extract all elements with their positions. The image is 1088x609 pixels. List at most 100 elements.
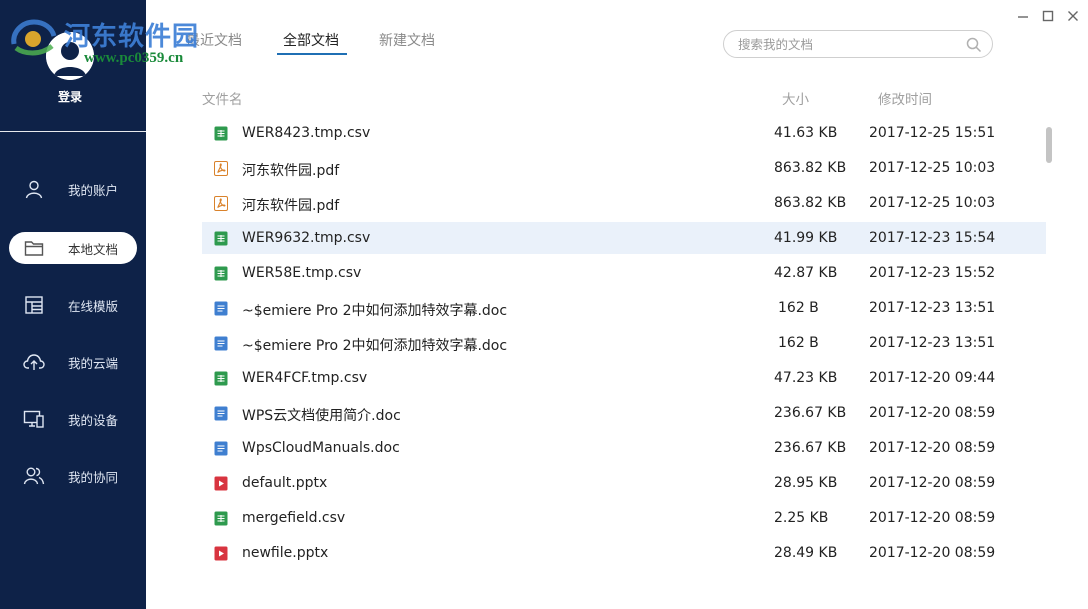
file-modified-time: 2017-12-23 13:51: [869, 335, 996, 351]
sidebar-item-label: 我的云端: [68, 355, 119, 371]
file-name: WPS云文档使用简介.doc: [242, 408, 401, 424]
document-icon: [214, 441, 228, 456]
sidebar-item-label: 本地文档: [68, 241, 119, 257]
file-modified-time: 2017-12-20 08:59: [869, 475, 996, 491]
document-icon: [214, 336, 228, 351]
file-modified-time: 2017-12-23 15:52: [869, 265, 996, 281]
file-size: 28.49 KB: [774, 545, 838, 561]
spreadsheet-icon: [214, 266, 228, 281]
file-size: 162 B: [778, 300, 819, 316]
file-size: 42.87 KB: [774, 265, 838, 281]
column-header-name[interactable]: 文件名: [202, 88, 243, 108]
table-row[interactable]: WpsCloudManuals.doc 236.67 KB 2017-12-20 0…: [202, 432, 1046, 464]
table-row[interactable]: 河东软件园.pdf 863.82 KB 2017-12-25 10:03: [202, 152, 1046, 184]
column-header-size[interactable]: 大小: [782, 88, 809, 108]
cloud-upload-icon: [23, 351, 45, 373]
tab-new-doc[interactable]: 新建文档: [379, 30, 435, 50]
file-modified-time: 2017-12-23 13:51: [869, 300, 996, 316]
file-name: newfile.pptx: [242, 545, 329, 561]
file-name: ~$emiere Pro 2中如何添加特效字幕.doc: [242, 303, 508, 319]
file-name: mergefield.csv: [242, 510, 346, 526]
table-row[interactable]: WPS云文档使用简介.doc 236.67 KB 2017-12-20 08:59: [202, 397, 1046, 429]
tab-all-docs[interactable]: 全部文档: [283, 30, 339, 50]
close-icon[interactable]: [1066, 9, 1080, 23]
sidebar-item-devices[interactable]: 我的设备: [9, 403, 137, 435]
file-size: 47.23 KB: [774, 370, 838, 386]
table-row[interactable]: WER4FCF.tmp.csv 47.23 KB 2017-12-20 09:44: [202, 362, 1046, 394]
file-name: WER58E.tmp.csv: [242, 265, 362, 281]
spreadsheet-icon: [214, 231, 228, 246]
file-name: ~$emiere Pro 2中如何添加特效字幕.doc: [242, 338, 508, 354]
file-name: 河东软件园.pdf: [242, 163, 340, 179]
search-icon[interactable]: [966, 37, 982, 53]
document-icon: [214, 301, 228, 316]
maximize-icon[interactable]: [1041, 9, 1055, 23]
sidebar-item-templates[interactable]: 在线模版: [9, 289, 137, 321]
file-size: 41.63 KB: [774, 125, 838, 141]
devices-icon: [23, 408, 45, 430]
sidebar-item-local-docs[interactable]: 本地文档: [9, 232, 137, 264]
table-row[interactable]: default.pptx 28.95 KB 2017-12-20 08:59: [202, 467, 1046, 499]
table-row[interactable]: ~$emiere Pro 2中如何添加特效字幕.doc 162 B 2017-12-…: [202, 327, 1046, 359]
table-row[interactable]: WER8423.tmp.csv 41.63 KB 2017-12-25 15:51: [202, 117, 1046, 149]
file-modified-time: 2017-12-23 15:54: [869, 230, 996, 246]
minimize-icon[interactable]: [1016, 9, 1030, 23]
folder-icon: [23, 237, 45, 259]
collaboration-icon: [23, 465, 45, 487]
table-row[interactable]: newfile.pptx 28.49 KB 2017-12-20 08:59: [202, 537, 1046, 569]
sidebar-divider: [0, 131, 146, 132]
table-row[interactable]: WER58E.tmp.csv 42.87 KB 2017-12-23 15:52: [202, 257, 1046, 289]
presentation-icon: [214, 546, 228, 561]
file-modified-time: 2017-12-25 10:03: [869, 160, 996, 176]
table-row[interactable]: 河东软件园.pdf 863.82 KB 2017-12-25 10:03: [202, 187, 1046, 219]
spreadsheet-icon: [214, 371, 228, 386]
file-name: 河东软件园.pdf: [242, 198, 340, 214]
scrollbar-thumb[interactable]: [1046, 127, 1052, 163]
file-modified-time: 2017-12-25 10:03: [869, 195, 996, 211]
presentation-icon: [214, 476, 228, 491]
watermark-logo-icon: [11, 19, 57, 56]
sidebar-item-account[interactable]: 我的账户: [9, 173, 137, 205]
file-size: 162 B: [778, 335, 819, 351]
file-modified-time: 2017-12-25 15:51: [869, 125, 996, 141]
file-size: 236.67 KB: [774, 440, 847, 456]
sidebar: 登录 我的账户 本地文档 在线模版 我的云端 我的设备 我的协同: [0, 0, 146, 609]
sidebar-item-label: 我的账户: [68, 182, 119, 198]
file-size: 863.82 KB: [774, 195, 847, 211]
sidebar-item-label: 我的协同: [68, 469, 119, 485]
file-name: WER4FCF.tmp.csv: [242, 370, 368, 386]
spreadsheet-icon: [214, 511, 228, 526]
file-modified-time: 2017-12-20 09:44: [869, 370, 996, 386]
watermark-title: 河东软件园: [64, 22, 200, 52]
template-icon: [23, 294, 45, 316]
file-size: 28.95 KB: [774, 475, 838, 491]
column-header-modified[interactable]: 修改时间: [878, 88, 932, 108]
file-size: 863.82 KB: [774, 160, 847, 176]
spreadsheet-icon: [214, 126, 228, 141]
file-size: 2.25 KB: [774, 510, 829, 526]
file-modified-time: 2017-12-20 08:59: [869, 545, 996, 561]
file-size: 41.99 KB: [774, 230, 838, 246]
sidebar-item-collaboration[interactable]: 我的协同: [9, 460, 137, 492]
login-label[interactable]: 登录: [0, 88, 140, 105]
table-row[interactable]: WER9632.tmp.csv 41.99 KB 2017-12-23 15:54: [202, 222, 1046, 254]
table-row[interactable]: ~$emiere Pro 2中如何添加特效字幕.doc 162 B 2017-12-…: [202, 292, 1046, 324]
pdf-icon: [214, 161, 228, 176]
sidebar-item-label: 在线模版: [68, 298, 119, 314]
sidebar-item-cloud[interactable]: 我的云端: [9, 346, 137, 378]
search-input[interactable]: [738, 35, 958, 53]
file-modified-time: 2017-12-20 08:59: [869, 510, 996, 526]
pdf-icon: [214, 196, 228, 211]
file-modified-time: 2017-12-20 08:59: [869, 405, 996, 421]
watermark-url: www.pc0359.cn: [84, 50, 184, 66]
active-tab-indicator: [277, 53, 347, 55]
file-name: WpsCloudManuals.doc: [242, 440, 400, 456]
watermark: 河东软件园 www.pc0359.cn: [0, 6, 220, 66]
user-icon: [23, 178, 45, 200]
table-row[interactable]: mergefield.csv 2.25 KB 2017-12-20 08:59: [202, 502, 1046, 534]
search-box[interactable]: [723, 30, 993, 58]
file-name: WER9632.tmp.csv: [242, 230, 371, 246]
file-size: 236.67 KB: [774, 405, 847, 421]
file-name: default.pptx: [242, 475, 328, 491]
document-icon: [214, 406, 228, 421]
